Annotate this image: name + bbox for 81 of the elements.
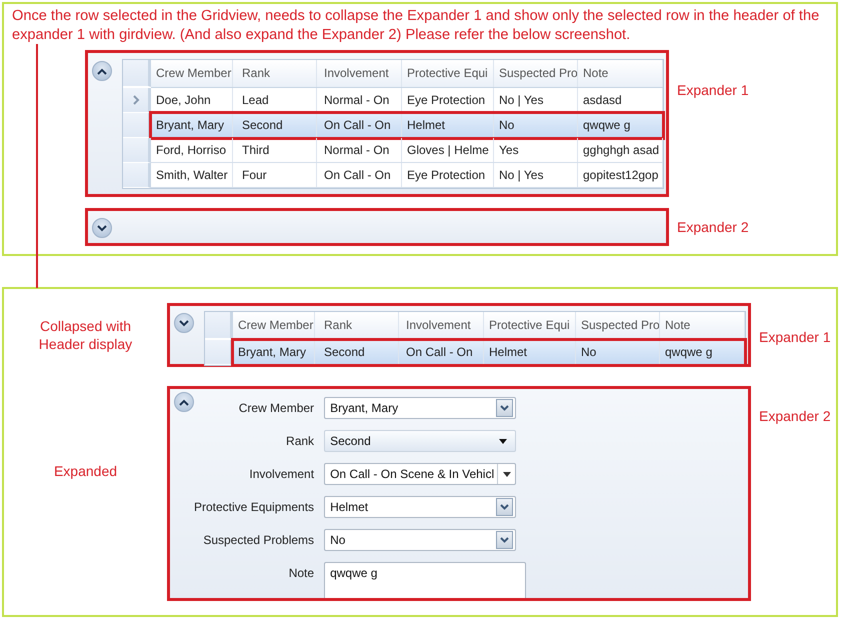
- table-cell: Normal - On: [317, 138, 402, 162]
- field-label: Protective Equipments: [194, 500, 314, 514]
- column-header[interactable]: Involvement: [317, 60, 402, 87]
- dropdown-button[interactable]: [496, 531, 514, 549]
- grid-row[interactable]: Smith, Walter Four On Call - On Eye Protection No | Yes gopitest12gop: [151, 163, 663, 188]
- annotation-label: Expander 1: [677, 82, 749, 98]
- table-cell: qwqwe g: [578, 113, 663, 137]
- table-cell: On Call - On: [317, 163, 402, 187]
- combo-box[interactable]: Helmet: [324, 496, 516, 518]
- triangle-down-icon: [499, 438, 508, 444]
- table-cell: Four: [233, 163, 317, 187]
- column-header[interactable]: Protective Equi: [484, 312, 576, 339]
- dropdown-button[interactable]: [496, 498, 514, 516]
- column-header[interactable]: Rank: [233, 60, 317, 87]
- column-header[interactable]: Suspected Pro: [576, 312, 660, 339]
- grid-corner: [123, 60, 151, 87]
- dropdown[interactable]: On Call - On Scene & In Vehicl: [324, 463, 516, 485]
- annotation-label: Expander 2: [759, 408, 831, 424]
- chevron-down-icon: [500, 537, 510, 543]
- table-cell: qwqwe g: [660, 340, 745, 364]
- column-header[interactable]: Rank: [315, 312, 399, 339]
- field-label: Involvement: [248, 467, 314, 481]
- table-cell: Ford, Horriso: [151, 138, 233, 162]
- expand-button[interactable]: [92, 218, 112, 238]
- table-cell: On Call - On: [399, 340, 484, 364]
- table-cell: gopitest12gop: [578, 163, 663, 187]
- column-header[interactable]: Note: [578, 60, 663, 87]
- table-cell: No | Yes: [494, 163, 578, 187]
- table-cell: Eye Protection: [402, 163, 494, 187]
- table-cell: Yes: [494, 138, 578, 162]
- annotation-label: Expander 2: [677, 219, 749, 235]
- field-label: Note: [288, 565, 314, 580]
- field-label: Crew Member: [238, 401, 314, 415]
- collapse-button[interactable]: [174, 392, 194, 412]
- triangle-down-icon: [502, 472, 511, 476]
- expand-button[interactable]: [174, 313, 194, 333]
- row-header[interactable]: [123, 113, 151, 138]
- annotation-label: Expander 1: [759, 329, 831, 345]
- table-cell: No: [576, 340, 660, 364]
- chevron-up-icon: [179, 398, 189, 406]
- column-header[interactable]: Crew Member: [233, 312, 315, 339]
- chevron-down-icon: [500, 405, 510, 411]
- column-header[interactable]: Suspected Pro: [494, 60, 578, 87]
- field-label: Rank: [285, 434, 314, 448]
- current-row-icon: [132, 95, 140, 105]
- table-cell: Second: [315, 340, 399, 364]
- chevron-down-icon: [500, 504, 510, 510]
- table-cell: Helmet: [484, 340, 576, 364]
- column-header[interactable]: Crew Member: [151, 60, 233, 87]
- table-cell: Helmet: [402, 113, 494, 137]
- combo-box[interactable]: Bryant, Mary: [324, 397, 516, 419]
- note-field[interactable]: qwqwe g: [324, 562, 526, 598]
- column-header[interactable]: Protective Equi: [402, 60, 494, 87]
- chevron-down-icon: [179, 320, 189, 326]
- table-cell: Bryant, Mary: [151, 113, 233, 137]
- annotation-label: Expanded: [52, 462, 118, 480]
- dropdown-button[interactable]: [496, 399, 514, 417]
- annotation-label: Collapsed with Header display: [38, 317, 134, 353]
- column-header[interactable]: Involvement: [399, 312, 484, 339]
- table-cell: Third: [233, 138, 317, 162]
- table-cell: gghghgh asad: [578, 138, 663, 162]
- grid-row[interactable]: Bryant, Mary Second On Call - On Helmet No qwqwe g: [233, 340, 745, 365]
- combo-box[interactable]: No: [324, 529, 516, 551]
- dropdown[interactable]: Second: [324, 430, 516, 452]
- table-cell: No: [494, 113, 578, 137]
- field-label: Suspected Problems: [202, 533, 314, 547]
- table-cell: On Call - On: [317, 113, 402, 137]
- collapse-button[interactable]: [92, 61, 112, 81]
- table-cell: Smith, Walter: [151, 163, 233, 187]
- column-header[interactable]: Note: [660, 312, 745, 339]
- grid-row[interactable]: Bryant, Mary Second On Call - On Helmet No qwqwe g: [151, 113, 663, 138]
- grid-corner: [205, 312, 233, 339]
- row-header[interactable]: [123, 88, 151, 113]
- table-cell: Bryant, Mary: [233, 340, 315, 364]
- chevron-up-icon: [97, 68, 107, 74]
- instruction-text: Once the row selected in the Gridview, needs to collapse the Expander 1 and show only the selected row in the header of the expander 1 with girdview. (And also expand the Expander 2) Please refer the below screenshot.: [12, 7, 820, 45]
- table-cell: Gloves | Helme: [402, 138, 494, 162]
- chevron-down-icon: [97, 224, 107, 232]
- table-cell: Second: [233, 113, 317, 137]
- grid-row[interactable]: Ford, Horriso Third Normal - On Gloves | Helme Yes gghghgh asad: [151, 138, 663, 163]
- row-header[interactable]: [205, 340, 233, 365]
